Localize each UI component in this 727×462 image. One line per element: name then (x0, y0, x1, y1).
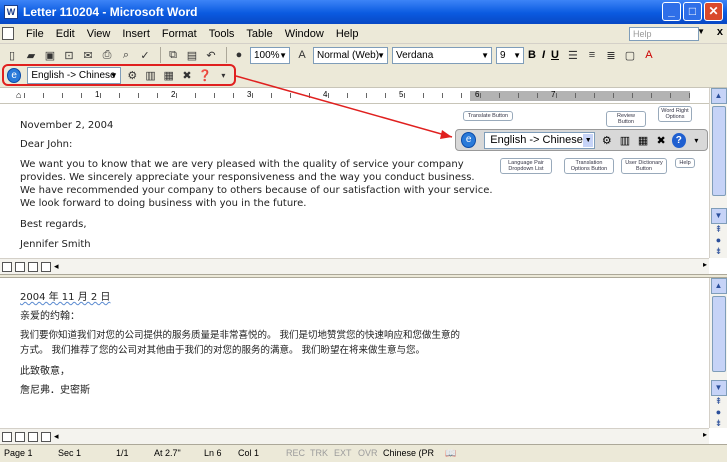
status-at: At 2.7" (154, 448, 181, 458)
select-browse-icon[interactable]: ● (710, 407, 727, 418)
next-page-icon[interactable]: ⇟ (710, 246, 727, 257)
horizontal-scrollbar-top[interactable]: ◂ ▸ (0, 258, 709, 274)
horizontal-scrollbar-bottom[interactable]: ◂ ▸ (0, 428, 709, 444)
chinese-document-pane[interactable]: 2004 年 11 月 2 日 亲爱的约翰： 我们要你知道我们对您的公司提供的服… (0, 278, 709, 428)
status-ext[interactable]: EXT (334, 448, 352, 458)
status-column: Col 1 (238, 448, 260, 458)
scroll-down-icon[interactable]: ▼ (710, 380, 727, 396)
scroll-right-icon[interactable]: ▸ (703, 430, 707, 439)
status-page: Page 1 (4, 448, 33, 458)
status-bar: Page 1 Sec 1 1/1 At 2.7" Ln 6 Col 1 REC … (0, 444, 727, 462)
status-trk[interactable]: TRK (310, 448, 328, 458)
scroll-left-icon[interactable]: ◂ (54, 261, 59, 272)
outline-view-icon[interactable] (41, 431, 51, 442)
vertical-scrollbar-bottom[interactable]: ▲ ▼ ⇞ ● ⇟ (709, 278, 727, 428)
status-rec[interactable]: REC (286, 448, 305, 458)
select-browse-icon[interactable]: ● (710, 235, 727, 246)
web-view-icon[interactable] (15, 261, 25, 272)
next-page-icon[interactable]: ⇟ (710, 418, 727, 429)
status-language[interactable]: Chinese (PR (383, 448, 434, 458)
chinese-greeting: 亲爱的约翰： (20, 311, 80, 322)
status-pages: 1/1 (116, 448, 129, 458)
chinese-paragraph-line: 方式。 我们推荐了您的公司对其他由于我们的对您的服务的满意。 我们盼望在将来做生… (20, 345, 426, 356)
scroll-up-icon[interactable]: ▲ (710, 88, 727, 104)
chinese-paragraph-line: 我们要你知道我们对您的公司提供的服务质量是非常喜悦的。 我们是切地赞赏您的快速响… (20, 330, 461, 341)
scroll-up-icon[interactable]: ▲ (710, 278, 727, 294)
outline-view-icon[interactable] (41, 261, 51, 272)
vertical-scrollbar-top[interactable]: ▲ ▼ ⇞ ● ⇟ (709, 88, 727, 258)
previous-page-icon[interactable]: ⇞ (710, 224, 727, 235)
chinese-closing: 此致敬意， (20, 366, 70, 377)
chinese-date: 2004 年 11 月 2 日 (20, 292, 111, 303)
status-ovr[interactable]: OVR (358, 448, 378, 458)
scroll-thumb[interactable] (711, 106, 726, 196)
normal-view-icon[interactable] (2, 261, 12, 272)
previous-page-icon[interactable]: ⇞ (710, 396, 727, 407)
chinese-signature: 詹尼弗．史密斯 (20, 385, 90, 396)
print-view-icon[interactable] (28, 261, 38, 272)
scroll-down-icon[interactable]: ▼ (710, 208, 727, 224)
print-view-icon[interactable] (28, 431, 38, 442)
normal-view-icon[interactable] (2, 431, 12, 442)
web-view-icon[interactable] (15, 431, 25, 442)
scroll-left-icon[interactable]: ◂ (54, 431, 59, 442)
status-line: Ln 6 (204, 448, 222, 458)
scroll-right-icon[interactable]: ▸ (703, 260, 707, 269)
spelling-status-icon[interactable]: 📖 (445, 448, 456, 459)
status-section: Sec 1 (58, 448, 82, 458)
scroll-thumb[interactable] (711, 296, 726, 372)
